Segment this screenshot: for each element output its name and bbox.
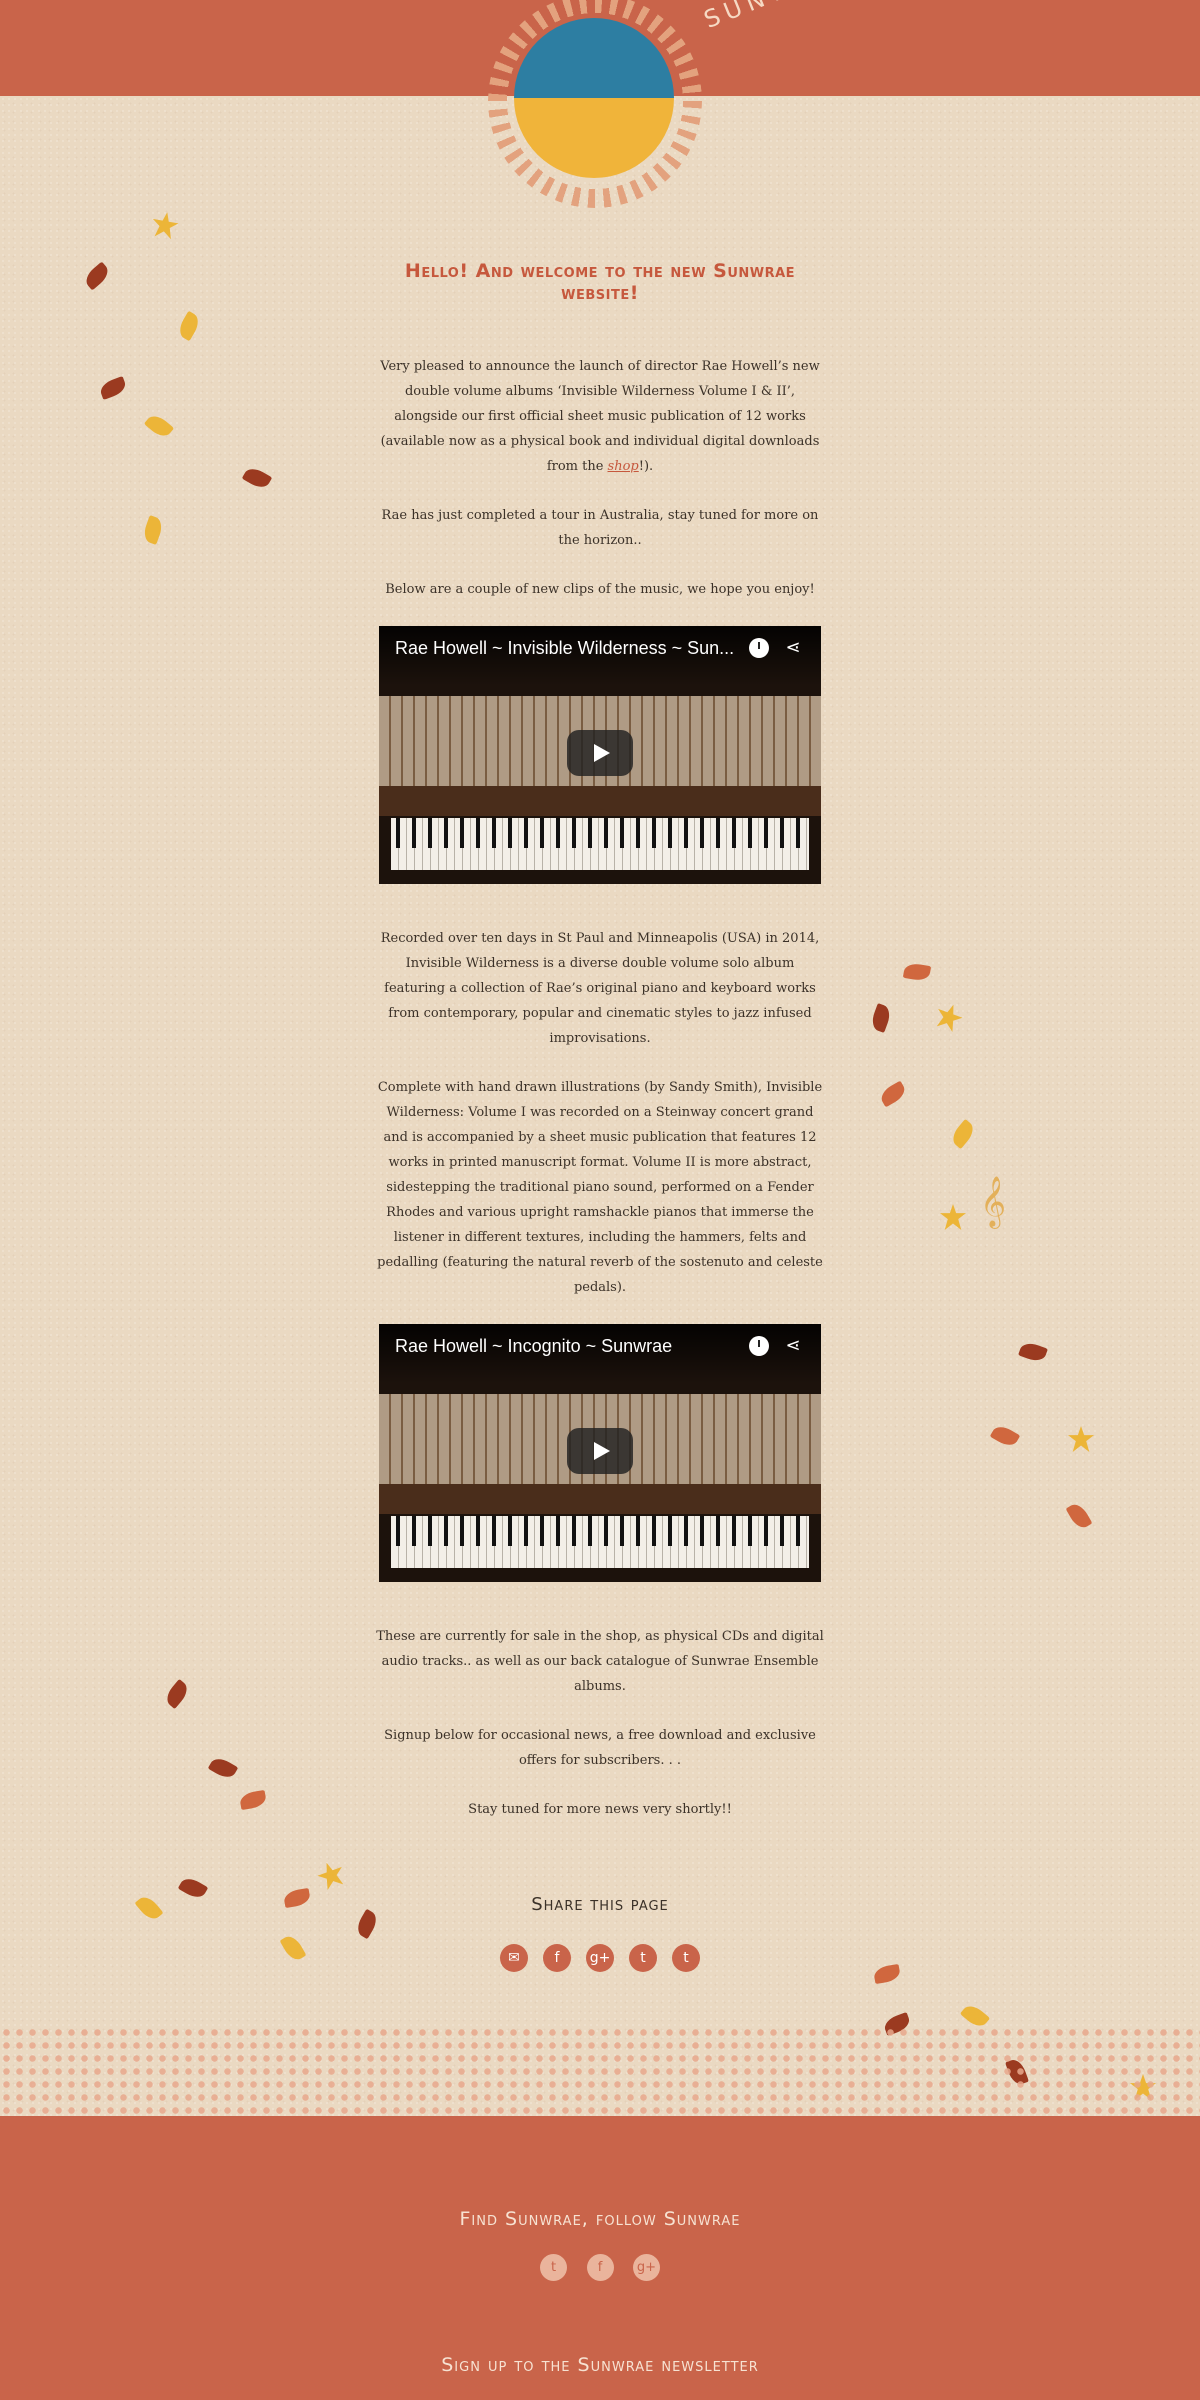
tour-paragraph: Rae has just completed a tour in Austral… (381, 508, 819, 548)
leaf-icon (175, 310, 203, 342)
leaf-icon (989, 1422, 1021, 1450)
play-button[interactable] (567, 1428, 633, 1474)
tumblr-icon[interactable]: t (672, 1944, 700, 1972)
leaf-icon (241, 464, 273, 492)
leaf-icon (902, 961, 932, 983)
share-title: Share this page (531, 1894, 669, 1915)
leaf-icon (279, 1932, 307, 1964)
leaf-icon (207, 1754, 239, 1782)
leaf-icon (940, 1204, 966, 1230)
leaf-icon (81, 261, 113, 291)
leaf-icon (238, 1789, 268, 1811)
main-content: Hello! And welcome to the new Sunwrae we… (376, 260, 824, 1846)
intro-text: Very pleased to announce the launch of d… (380, 359, 820, 474)
leaf-icon (869, 1003, 893, 1033)
share-buttons: ✉ f g+ t t (500, 1944, 700, 1974)
share-icon[interactable]: ⋖ (781, 636, 805, 660)
leaf-icon (143, 411, 175, 441)
video-thumbnail-wood (379, 786, 821, 816)
intro-text-end: !). (638, 459, 654, 474)
leaf-icon (141, 515, 165, 545)
leaf-icon (948, 1118, 978, 1150)
video-player-2[interactable]: Rae Howell ~ Incognito ~ Sunwrae ⋖ (379, 1324, 821, 1582)
facebook-icon[interactable]: f (586, 2254, 614, 2281)
dotted-divider (0, 2026, 1200, 2118)
video-thumbnail-wood (379, 1484, 821, 1514)
video-thumbnail-black-keys (391, 1516, 809, 1546)
video-title[interactable]: Rae Howell ~ Incognito ~ Sunwrae (395, 1336, 672, 1357)
watch-later-icon[interactable] (749, 1336, 769, 1356)
leaf-icon (98, 376, 128, 400)
watch-later-icon[interactable] (749, 638, 769, 658)
leaf-icon (314, 1858, 347, 1891)
follow-buttons: t f g+ (540, 2254, 660, 2282)
leaf-icon (150, 210, 180, 240)
leaf-icon (872, 1963, 902, 1985)
clips-intro-paragraph: Below are a couple of new clips of the m… (385, 582, 815, 597)
leaf-icon (162, 1678, 192, 1710)
video-thumbnail-black-keys (391, 818, 809, 848)
video-title[interactable]: Rae Howell ~ Invisible Wilderness ~ Sun.… (395, 638, 734, 659)
complete-paragraph: Complete with hand drawn illustrations (… (377, 1080, 823, 1295)
leaf-icon (877, 1080, 909, 1108)
newsletter-title: Sign up to the Sunwrae newsletter (441, 2354, 759, 2376)
for-sale-paragraph: These are currently for sale in the shop… (376, 1629, 824, 1694)
twitter-icon[interactable]: t (629, 1944, 657, 1972)
google-plus-icon[interactable]: g+ (586, 1944, 614, 1972)
facebook-icon[interactable]: f (543, 1944, 571, 1972)
google-plus-icon[interactable]: g+ (633, 2254, 660, 2281)
share-icon[interactable]: ⋖ (781, 1334, 805, 1358)
treble-clef-icon: 𝄞 (980, 1176, 1007, 1227)
leaf-icon (1018, 1340, 1048, 1364)
page-title: Hello! And welcome to the new Sunwrae we… (404, 260, 796, 304)
recorded-paragraph: Recorded over ten days in St Paul and Mi… (380, 931, 820, 1046)
sunwrae-logo[interactable] (514, 18, 674, 178)
leaf-icon (1065, 1500, 1093, 1532)
signup-paragraph: Signup below for occasional news, a free… (384, 1728, 816, 1768)
play-button[interactable] (567, 730, 633, 776)
email-icon[interactable]: ✉ (500, 1944, 528, 1972)
stay-tuned-paragraph: Stay tuned for more news very shortly!! (468, 1802, 732, 1817)
twitter-icon[interactable]: t (540, 2254, 567, 2281)
leaf-icon (932, 1000, 965, 1033)
video-player-1[interactable]: Rae Howell ~ Invisible Wilderness ~ Sun.… (379, 626, 821, 884)
leaf-icon (1068, 1426, 1094, 1452)
shop-link[interactable]: shop (608, 459, 639, 474)
follow-title: Find Sunwrae, follow Sunwrae (459, 2208, 741, 2230)
intro-paragraph: Very pleased to announce the launch of d… (376, 354, 824, 479)
